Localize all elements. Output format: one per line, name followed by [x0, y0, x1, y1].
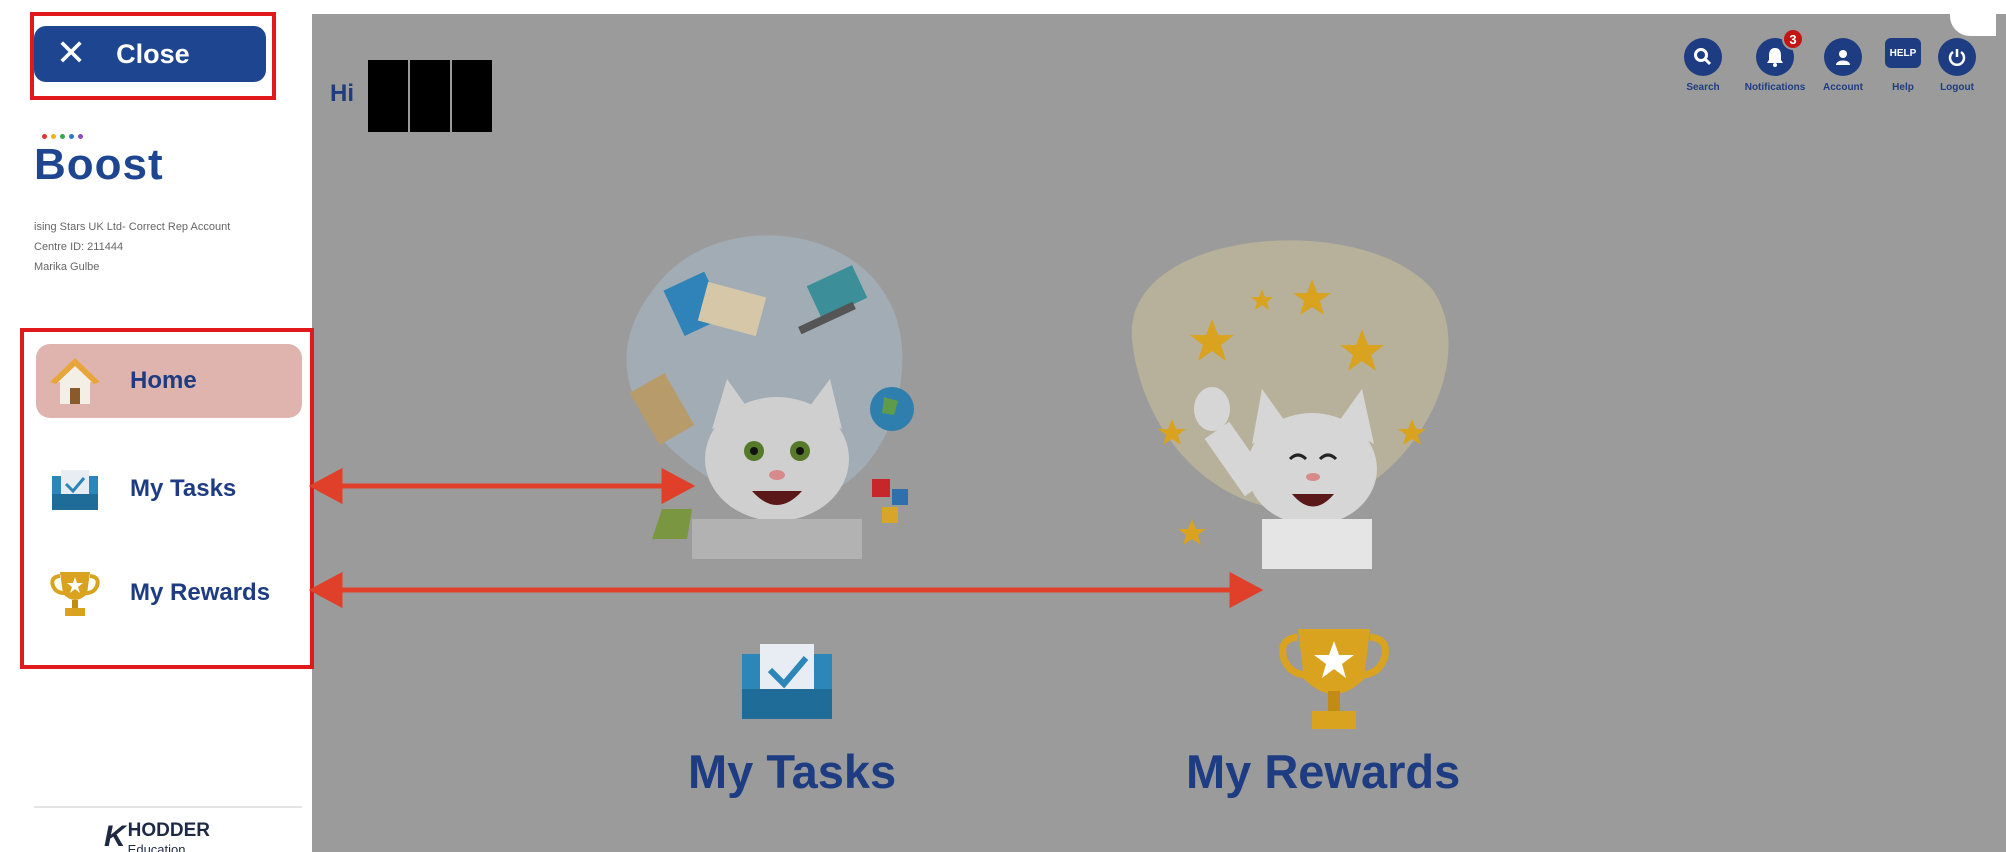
search-icon: [1684, 38, 1722, 76]
my-tasks-tile-label[interactable]: My Tasks: [688, 744, 896, 799]
publisher-logo: K HODDER Education: [104, 820, 211, 852]
sidebar-divider: [34, 806, 302, 808]
pencil-block: [652, 509, 692, 539]
redaction-block: [368, 60, 408, 132]
publisher-name: HODDER: [127, 820, 211, 841]
annotation-box-nav: [20, 328, 314, 669]
annotation-box-close: [30, 12, 276, 100]
trophy-icon[interactable]: [1278, 619, 1390, 739]
rewards-illustration[interactable]: [1112, 219, 1542, 619]
bell-icon: 3: [1756, 28, 1804, 76]
tasks-illustration[interactable]: [582, 219, 1012, 619]
account-centre-id: Centre ID: 211444: [34, 241, 124, 253]
hodder-mark-icon: K: [104, 820, 126, 852]
cat-face: [705, 379, 849, 521]
logout-button[interactable]: Logout: [1912, 38, 2002, 93]
account-organisation: ising Stars UK Ltd- Correct Rep Account: [34, 221, 231, 233]
brand-name: Boost: [34, 140, 164, 189]
account-info: ising Stars UK Ltd- Correct Rep Account …: [34, 217, 230, 277]
logout-label: Logout: [1940, 82, 1974, 93]
brand-logo-dots: [42, 134, 83, 139]
publisher-sub: Education: [127, 842, 186, 852]
account-user-name: Marika Gulbe: [34, 261, 100, 273]
my-rewards-tile-label[interactable]: My Rewards: [1186, 744, 1460, 799]
brand-logo: Boost: [34, 134, 164, 190]
redaction-block: [410, 60, 450, 132]
account-icon: [1824, 38, 1862, 76]
corner-widget: [1950, 14, 1996, 36]
tasks-tray-icon[interactable]: [732, 624, 842, 734]
power-icon: [1938, 38, 1976, 76]
main-content-overlay[interactable]: Hi Search 3 Notifications Account HELP H…: [312, 14, 2006, 852]
app-screen: Hi Search 3 Notifications Account HELP H…: [0, 0, 2006, 852]
redaction-block: [452, 60, 492, 132]
greeting-text: Hi: [330, 80, 354, 107]
